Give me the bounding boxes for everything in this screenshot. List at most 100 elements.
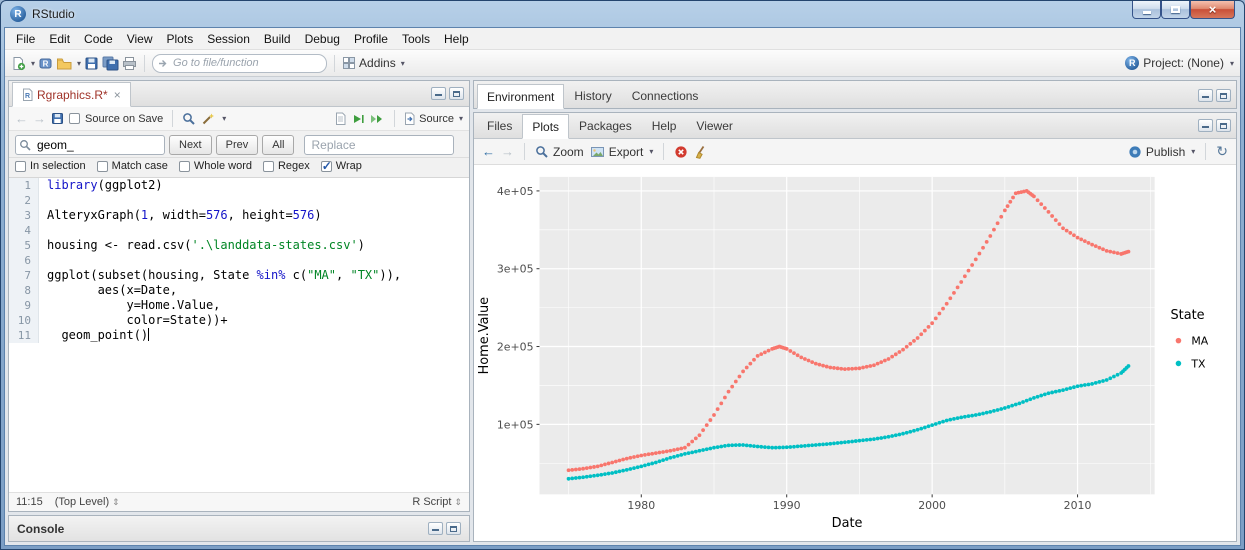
checkbox-whole-word[interactable]: Whole word [178, 160, 252, 172]
code-line[interactable]: 8 aes(x=Date, [9, 283, 469, 298]
close-tab-icon[interactable]: × [114, 89, 121, 101]
code-line[interactable]: 4 [9, 223, 469, 238]
maximize-button[interactable] [1161, 1, 1190, 19]
project-chooser[interactable]: R Project: (None) ▾ [1125, 56, 1234, 70]
menu-edit[interactable]: Edit [42, 30, 77, 48]
close-button[interactable]: × [1190, 1, 1235, 19]
find-prev-button[interactable]: Prev [215, 135, 259, 155]
code-editor[interactable]: 1 library(ggplot2) 2 3 AlteryxGraph(1, widt… [9, 178, 469, 492]
tab-packages[interactable]: Packages [569, 113, 642, 138]
checkbox-wrap[interactable]: Wrap [320, 159, 362, 173]
menu-view[interactable]: View [120, 30, 160, 48]
code-tools-icon[interactable] [201, 112, 215, 126]
menu-code[interactable]: Code [77, 30, 120, 48]
code-line[interactable]: 2 [9, 193, 469, 208]
goto-file-input[interactable] [152, 53, 328, 73]
tab-environment[interactable]: Environment [477, 84, 565, 109]
code-line[interactable]: 9 y=Home.Value, [9, 298, 469, 313]
menu-help[interactable]: Help [437, 30, 476, 48]
code-line[interactable]: 10 color=State))+ [9, 313, 469, 328]
right-column: Environment History Connections Files Pl… [473, 80, 1237, 542]
menu-debug[interactable]: Debug [298, 30, 347, 48]
editor-status-bar: 11:15 (Top Level) ⇕ R Script ⇕ [9, 492, 469, 511]
zoom-button[interactable]: Zoom [535, 145, 584, 159]
menu-file[interactable]: File [9, 30, 42, 48]
pane-minimize-button[interactable] [428, 522, 443, 535]
source-on-save-checkbox[interactable] [69, 113, 80, 124]
run-icon[interactable] [352, 113, 365, 125]
remove-plot-button[interactable] [674, 145, 688, 159]
compile-report-icon[interactable] [335, 112, 347, 125]
code-line[interactable]: 3 AlteryxGraph(1, width=576, height=576) [9, 208, 469, 223]
tab-connections[interactable]: Connections [622, 83, 709, 108]
addins-caret-icon[interactable]: ▾ [401, 59, 405, 68]
menu-session[interactable]: Session [200, 30, 257, 48]
checkbox-regex[interactable]: Regex [262, 160, 310, 172]
menu-plots[interactable]: Plots [160, 30, 201, 48]
separator [524, 143, 525, 160]
checkbox-in-selection[interactable]: In selection [15, 160, 86, 172]
find-input[interactable] [15, 135, 165, 155]
checkbox-box [320, 159, 332, 173]
tab-rgraphics[interactable]: R Rgraphics.R* × [12, 82, 131, 107]
console-pane[interactable]: Console [8, 515, 470, 542]
minimize-icon [435, 94, 442, 96]
menu-tools[interactable]: Tools [395, 30, 437, 48]
save-all-button[interactable] [102, 56, 119, 71]
print-button[interactable] [122, 56, 137, 71]
new-project-button[interactable]: R [38, 56, 53, 71]
pane-maximize-button[interactable] [446, 522, 461, 535]
tab-history[interactable]: History [564, 83, 621, 108]
pane-minimize-button[interactable] [1198, 89, 1213, 102]
clear-plots-button[interactable] [694, 145, 708, 159]
tab-help[interactable]: Help [642, 113, 687, 138]
code-line[interactable]: 6 [9, 253, 469, 268]
code-line[interactable]: 11 geom_point() [9, 328, 469, 343]
workspace: R Rgraphics.R* × ← → Source on Save ▾ So… [5, 77, 1240, 545]
replace-input[interactable] [304, 135, 455, 155]
find-all-button[interactable]: All [262, 135, 295, 155]
tab-plots[interactable]: Plots [522, 114, 570, 139]
pane-minimize-button[interactable] [1198, 119, 1213, 132]
previous-plot-button[interactable]: ← [482, 144, 495, 159]
save-icon[interactable] [51, 112, 64, 125]
new-file-caret-icon[interactable]: ▾ [31, 59, 35, 68]
menu-build[interactable]: Build [257, 30, 298, 48]
code-line[interactable]: 5 housing <- read.csv('.\landdata-states.… [9, 238, 469, 253]
plot-area: 1980 1990 2000 2010 1e+05 2e+05 3e+05 4e+05 Date… [474, 165, 1236, 541]
back-icon[interactable]: ← [15, 111, 28, 126]
tab-viewer[interactable]: Viewer [686, 113, 742, 138]
maximize-icon [1220, 123, 1227, 129]
pane-maximize-button[interactable] [449, 87, 464, 100]
publish-button[interactable]: Publish ▾ [1128, 145, 1195, 159]
rerun-icon[interactable] [370, 113, 385, 125]
code-line[interactable]: 7 ggplot(subset(housing, State %in% c("MA… [9, 268, 469, 283]
find-next-button[interactable]: Next [169, 135, 212, 155]
pane-minimize-button[interactable] [431, 87, 446, 100]
source-button[interactable]: Source ▾ [404, 112, 463, 125]
code-line[interactable]: 1 library(ggplot2) [9, 178, 469, 193]
open-file-button[interactable] [56, 56, 72, 71]
client-area: File Edit Code View Plots Session Build … [4, 27, 1241, 546]
export-button[interactable]: Export ▾ [590, 145, 653, 159]
new-file-button[interactable] [11, 56, 26, 71]
next-plot-button[interactable]: → [501, 144, 514, 159]
forward-icon[interactable]: → [33, 111, 46, 126]
pane-maximize-button[interactable] [1216, 119, 1231, 132]
menu-profile[interactable]: Profile [347, 30, 395, 48]
addins-button[interactable]: Addins [359, 56, 396, 70]
find-replace-icon[interactable] [182, 112, 196, 126]
save-button[interactable] [84, 56, 99, 71]
code-tools-caret-icon[interactable]: ▾ [222, 114, 226, 123]
panes-layout-icon[interactable] [342, 56, 356, 70]
scope-selector[interactable]: (Top Level) ⇕ [55, 496, 120, 508]
source-pane: R Rgraphics.R* × ← → Source on Save ▾ So… [8, 80, 470, 512]
refresh-icon[interactable]: ↻ [1216, 143, 1228, 160]
minimize-button[interactable] [1132, 1, 1161, 19]
file-type-selector[interactable]: R Script ⇕ [412, 496, 462, 508]
pane-maximize-button[interactable] [1216, 89, 1231, 102]
tab-files[interactable]: Files [477, 113, 522, 138]
open-file-caret-icon[interactable]: ▾ [77, 59, 81, 68]
checkbox-match-case[interactable]: Match case [96, 160, 168, 172]
titlebar[interactable]: R RStudio × [4, 1, 1241, 27]
